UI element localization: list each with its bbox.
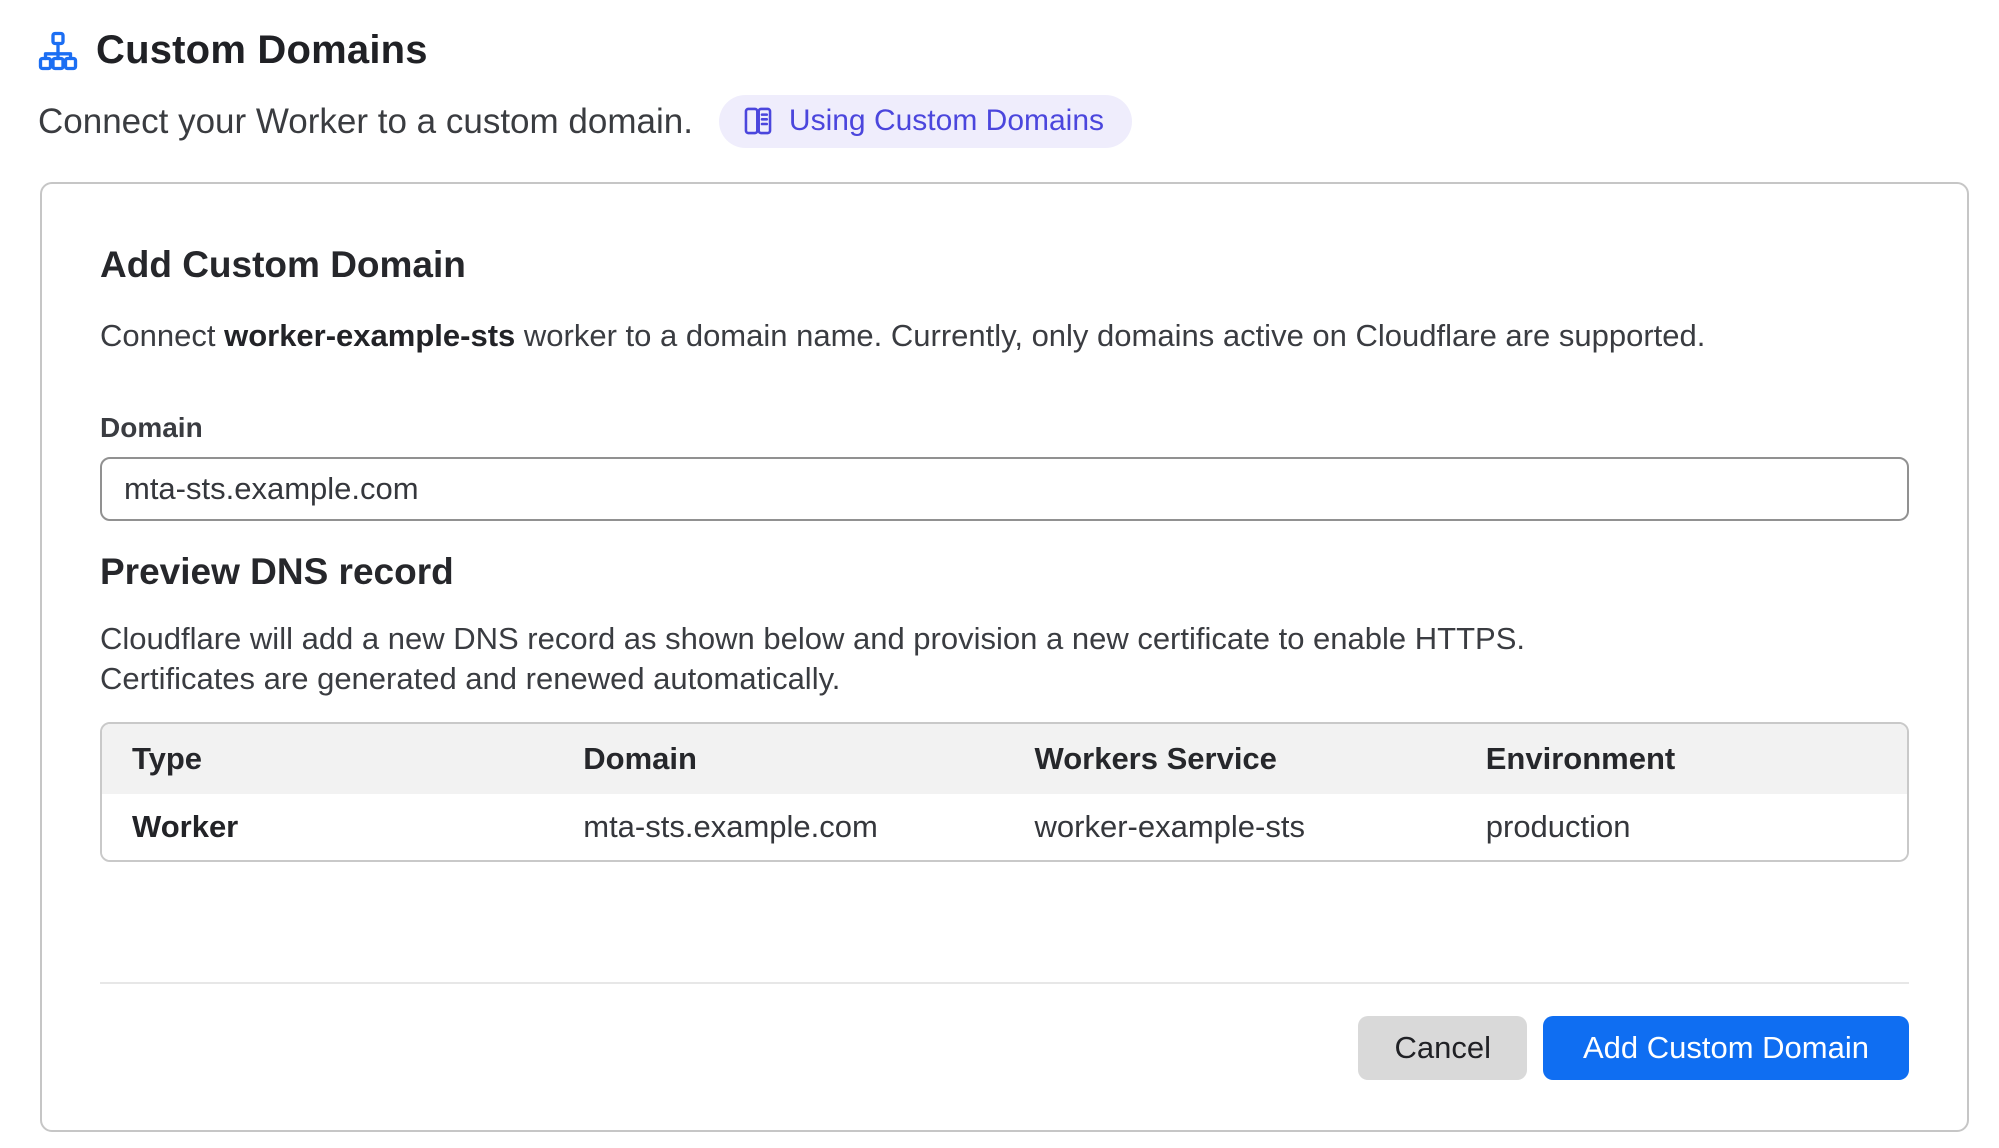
page-header: Custom Domains: [38, 28, 1971, 73]
domain-input[interactable]: [100, 457, 1909, 521]
add-custom-domain-card: Add Custom Domain Connect worker-example…: [40, 182, 1969, 1132]
footer-divider: [100, 982, 1909, 984]
preview-dns-description: Cloudflare will add a new DNS record as …: [100, 619, 1600, 700]
cell-record-type: Worker: [102, 809, 553, 845]
card-description: Connect worker-example-sts worker to a d…: [100, 318, 1909, 354]
card-actions: Cancel Add Custom Domain: [100, 1016, 1909, 1080]
add-custom-domain-button[interactable]: Add Custom Domain: [1543, 1016, 1909, 1080]
description-prefix: Connect: [100, 318, 224, 353]
table-header-row: Type Domain Workers Service Environment: [102, 724, 1907, 794]
table-row: Worker mta-sts.example.com worker-exampl…: [102, 794, 1907, 860]
page-subtitle: Connect your Worker to a custom domain.: [38, 102, 693, 142]
open-book-icon: [741, 104, 775, 138]
column-header-environment: Environment: [1456, 741, 1907, 777]
cell-environment: production: [1456, 809, 1907, 845]
docs-link-badge[interactable]: Using Custom Domains: [719, 95, 1132, 148]
preview-dns-heading: Preview DNS record: [100, 551, 1909, 593]
page-title: Custom Domains: [96, 28, 428, 73]
worker-name: worker-example-sts: [224, 318, 515, 353]
column-header-workers-service: Workers Service: [1005, 741, 1456, 777]
description-suffix: worker to a domain name. Currently, only…: [515, 318, 1705, 353]
domain-field-label: Domain: [100, 412, 1909, 444]
page-subtitle-row: Connect your Worker to a custom domain. …: [38, 95, 1971, 148]
cell-workers-service: worker-example-sts: [1005, 809, 1456, 845]
dns-preview-table: Type Domain Workers Service Environment …: [100, 722, 1909, 862]
sitemap-icon: [38, 31, 78, 71]
docs-link-label: Using Custom Domains: [789, 104, 1104, 138]
cancel-button[interactable]: Cancel: [1358, 1016, 1527, 1080]
column-header-type: Type: [102, 741, 553, 777]
cell-domain: mta-sts.example.com: [553, 809, 1004, 845]
custom-domains-page: Custom Domains Connect your Worker to a …: [0, 0, 1999, 1132]
card-heading: Add Custom Domain: [100, 244, 1909, 286]
column-header-domain: Domain: [553, 741, 1004, 777]
